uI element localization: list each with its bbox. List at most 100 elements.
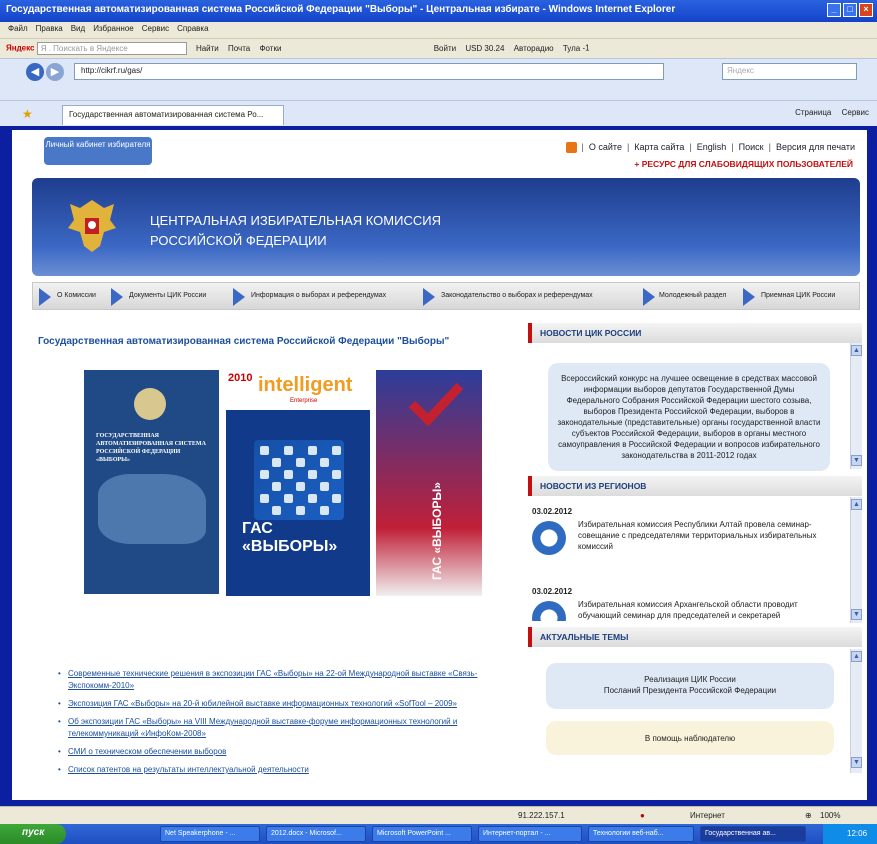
taskbar-item[interactable]: Интернет-портал - ... (478, 826, 582, 842)
zoom-icon[interactable]: ⊕ (805, 811, 812, 820)
browser-tab[interactable]: Государственная автоматизированная систе… (62, 105, 284, 125)
clock: 12:06 (847, 829, 868, 838)
menu-tools[interactable]: Сервис (142, 24, 169, 33)
menu-help[interactable]: Справка (177, 24, 208, 33)
address-bar-area: ◀ ▶ http://cikrf.ru/gas/ Яндекс (0, 58, 877, 100)
chevron-right-icon (111, 288, 123, 306)
yandex-login-button[interactable]: Войти (434, 44, 456, 53)
nav-elections-info[interactable]: Информация о выборах и референдумах (251, 292, 386, 299)
yandex-logo[interactable]: Яндекс (6, 44, 34, 53)
scroll-down-icon[interactable]: ▼ (851, 455, 862, 466)
link-expo-2010[interactable]: Современные технические решения в экспоз… (58, 668, 518, 692)
browser-window: Государственная автоматизированная систе… (0, 0, 877, 844)
scroll-up-icon[interactable]: ▲ (851, 651, 862, 662)
pattern-dot (272, 506, 281, 515)
regions-scrollbar[interactable]: ▲ ▼ (850, 497, 862, 623)
link-print-version[interactable]: Версия для печати (776, 142, 855, 152)
yandex-usd-rate[interactable]: USD 30.24 (465, 44, 504, 53)
status-bar: 91.222.157.1 ● Интернет ⊕ 100% (0, 806, 877, 824)
news-date: 03.02.2012 (532, 587, 573, 596)
main-nav: О Комиссии Документы ЦИК России Информац… (32, 282, 860, 310)
taskbar-item[interactable]: Microsoft PowerPoint ... (372, 826, 472, 842)
book-cover-image[interactable]: ГОСУДАРСТВЕННАЯ АВТОМАТИЗИРОВАННАЯ СИСТЕ… (84, 370, 219, 594)
link-search[interactable]: Поиск (739, 142, 764, 152)
scroll-down-icon[interactable]: ▼ (851, 757, 862, 768)
link-infocom-2008[interactable]: Об экспозиции ГАС «Выборы» на VIII Между… (58, 716, 518, 740)
header-banner: ЦЕНТРАЛЬНАЯ ИЗБИРАТЕЛЬНАЯ КОМИССИЯ РОССИ… (32, 178, 860, 276)
link-about[interactable]: О сайте (589, 142, 622, 152)
link-sitemap[interactable]: Карта сайта (634, 142, 684, 152)
chevron-right-icon (643, 288, 655, 306)
right-sidebar: НОВОСТИ ЦИК РОССИИ ▲ ▼ Всероссийский кон… (528, 323, 862, 773)
topics-heading: АКТУАЛЬНЫЕ ТЕМЫ (528, 627, 862, 647)
magazine-cover-image[interactable]: 2010 intelligent Enterprise ГАС «ВЫБОРЫ» (226, 370, 370, 596)
forward-button[interactable]: ▶ (46, 63, 64, 81)
menu-file[interactable]: Файл (8, 24, 28, 33)
scroll-down-icon[interactable]: ▼ (851, 609, 862, 620)
pattern-dot (332, 494, 341, 503)
org-title-line1: ЦЕНТРАЛЬНАЯ ИЗБИРАТЕЛЬНАЯ КОМИССИЯ (150, 213, 441, 228)
yandex-weather-city[interactable]: Тула (563, 44, 580, 53)
link-patents[interactable]: Список патентов на результаты интеллекту… (58, 764, 518, 776)
yandex-find-button[interactable]: Найти (196, 44, 219, 53)
back-button[interactable]: ◀ (26, 63, 44, 81)
region-news-item[interactable]: 03.02.2012 Избирательная комиссия Арханг… (532, 587, 848, 621)
yandex-toolbar: Яндекс Я . Поискать в Яндексе Найти Почт… (0, 38, 877, 58)
browser-search-input[interactable]: Яндекс (722, 63, 857, 80)
status-zone: Интернет (690, 811, 725, 820)
topic-line1: Реализация ЦИК России (644, 675, 736, 684)
taskbar: пуск Net Speakerphone - ... 2012.docx - … (0, 824, 877, 844)
pattern-dot (320, 458, 329, 467)
minimize-icon[interactable]: _ (827, 3, 841, 17)
security-icon: ● (640, 811, 645, 820)
yandex-photo-button[interactable]: Фотки (259, 44, 281, 53)
pattern-dot (260, 470, 269, 479)
accessibility-link[interactable]: + РЕСУРС ДЛЯ СЛАБОВИДЯЩИХ ПОЛЬЗОВАТЕЛЕЙ (634, 159, 853, 169)
cik-news-item[interactable]: Всероссийский конкурс на лучшее освещени… (548, 363, 830, 471)
link-english[interactable]: English (697, 142, 727, 152)
page-title: Государственная автоматизированная систе… (38, 336, 450, 347)
service-menu-button[interactable]: Сервис (842, 108, 869, 117)
taskbar-item-active[interactable]: Государственная ав... (700, 826, 806, 842)
yandex-mail-button[interactable]: Почта (228, 44, 250, 53)
region-news-item[interactable]: 03.02.2012 Избирательная комиссия Респуб… (532, 507, 848, 555)
menu-favorites[interactable]: Избранное (93, 24, 134, 33)
yandex-radio-button[interactable]: Авторадио (514, 44, 554, 53)
start-button[interactable]: пуск (0, 824, 66, 844)
taskbar-item[interactable]: Технологии веб-наб... (588, 826, 694, 842)
yandex-search-input[interactable]: Я . Поискать в Яндексе (36, 42, 187, 55)
link-softool-2009[interactable]: Экспозиция ГАС «Выборы» на 20-й юбилейно… (58, 698, 518, 710)
status-zoom[interactable]: 100% (820, 811, 840, 820)
menu-view[interactable]: Вид (71, 24, 85, 33)
nav-reception[interactable]: Приемная ЦИК России (761, 292, 835, 299)
maximize-icon[interactable]: □ (843, 3, 857, 17)
topic-president-messages[interactable]: Реализация ЦИК России Посланий Президент… (546, 663, 834, 709)
link-media[interactable]: СМИ о техническом обеспечении выборов (58, 746, 518, 758)
nav-legislation[interactable]: Законодательство о выборах и референдума… (441, 292, 593, 299)
voter-cabinet-button[interactable]: Личный кабинет избирателя (44, 137, 152, 165)
nav-youth[interactable]: Молодежный раздел (659, 292, 726, 299)
brochure-title: ГАС «ВЫБОРЫ» (430, 482, 444, 580)
topic-observer-help[interactable]: В помощь наблюдателю (546, 721, 834, 755)
menu-edit[interactable]: Правка (36, 24, 63, 33)
scroll-up-icon[interactable]: ▲ (851, 499, 862, 510)
window-title: Государственная автоматизированная систе… (6, 4, 676, 15)
nav-documents[interactable]: Документы ЦИК России (129, 292, 206, 299)
scroll-up-icon[interactable]: ▲ (851, 345, 862, 356)
pattern-dot (272, 482, 281, 491)
cik-news-scrollbar[interactable]: ▲ ▼ (850, 343, 862, 469)
topics-scrollbar[interactable]: ▲ ▼ (850, 649, 862, 773)
pattern-dot (332, 470, 341, 479)
page-menu-button[interactable]: Страница (795, 108, 831, 117)
cik-news-heading: НОВОСТИ ЦИК РОССИИ (528, 323, 862, 343)
favorites-star-icon[interactable]: ★ (22, 107, 33, 121)
taskbar-item[interactable]: Net Speakerphone - ... (160, 826, 260, 842)
brochure-cover-image[interactable]: ГАС «ВЫБОРЫ» (376, 370, 482, 596)
taskbar-item[interactable]: 2012.docx - Microsof... (266, 826, 366, 842)
close-icon[interactable]: × (859, 3, 873, 17)
commission-logo-icon (532, 521, 566, 555)
rss-icon[interactable] (565, 142, 577, 154)
address-input[interactable]: http://cikrf.ru/gas/ (74, 63, 664, 80)
nav-about[interactable]: О Комиссии (57, 292, 96, 299)
news-text: Избирательная комиссия Республики Алтай … (578, 520, 817, 551)
